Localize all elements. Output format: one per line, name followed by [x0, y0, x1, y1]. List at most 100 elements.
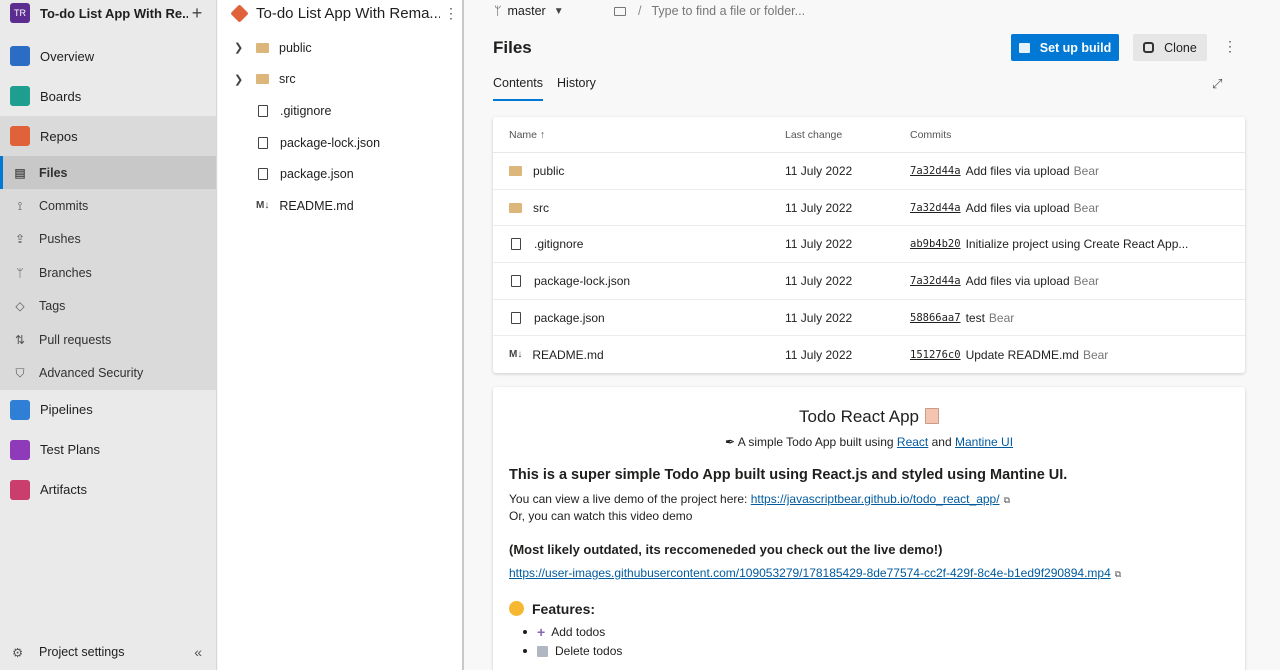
features-heading: Features:: [509, 601, 1229, 617]
folder-icon: [256, 74, 269, 85]
row-name[interactable]: .gitignore: [534, 237, 583, 251]
table-row[interactable]: package-lock.json 11 July 2022 7a32d44a A…: [493, 263, 1245, 300]
nav-commits[interactable]: ⟟ Commits: [0, 189, 216, 222]
set-up-build-button[interactable]: Set up build: [1011, 34, 1119, 61]
row-name[interactable]: README.md: [532, 348, 603, 362]
nav-sub-label: Advanced Security: [39, 366, 144, 381]
nav-label: Pipelines: [40, 402, 93, 418]
smile-emoji-icon: [509, 601, 524, 616]
tree-list: ❯ public ❯ src .gitignore package-lock.j…: [218, 32, 462, 222]
commit-hash-link[interactable]: ab9b4b20: [910, 238, 961, 250]
tab-contents[interactable]: Contents: [493, 76, 544, 101]
files-icon: ▤: [14, 165, 26, 180]
features-list: + Add todos Delete todos: [509, 623, 1229, 661]
path-search[interactable]: / Type to find a file or folder...: [614, 4, 805, 18]
react-link[interactable]: React: [897, 435, 928, 449]
table-row[interactable]: .gitignore 11 July 2022 ab9b4b20 Initiali…: [493, 226, 1245, 264]
tree-item-label: package.json: [280, 167, 354, 182]
nav-boards[interactable]: Boards: [0, 76, 216, 116]
markdown-icon: M↓: [509, 349, 523, 361]
tab-history[interactable]: History: [557, 76, 596, 101]
folder-outline-icon: [614, 6, 626, 16]
left-nav: TR To-do List App With Re... + Overview …: [0, 0, 217, 670]
nav-tags[interactable]: ◇ Tags: [0, 290, 216, 323]
git-repo-icon: [230, 3, 249, 23]
project-name[interactable]: To-do List App With Re...: [40, 6, 188, 21]
nav-sub-label: Files: [39, 165, 68, 180]
mantine-link[interactable]: Mantine UI: [955, 435, 1013, 449]
expand-icon[interactable]: ⤢: [1212, 76, 1222, 92]
column-name[interactable]: Name ↑: [493, 129, 785, 141]
repo-name[interactable]: To-do List App With Rema...: [256, 5, 440, 22]
demo-link[interactable]: https://javascriptbear.github.io/todo_re…: [751, 492, 1000, 506]
commit-hash-link[interactable]: 7a32d44a: [910, 202, 961, 214]
row-name[interactable]: package-lock.json: [534, 274, 630, 288]
nav-test-plans[interactable]: Test Plans: [0, 430, 216, 470]
feature-text: Delete todos: [555, 644, 623, 658]
plus-icon: +: [537, 624, 546, 640]
project-header[interactable]: TR To-do List App With Re... +: [0, 0, 216, 26]
nav-artifacts[interactable]: Artifacts: [0, 470, 216, 510]
folder-icon: [509, 165, 522, 176]
row-name[interactable]: public: [533, 164, 564, 178]
nav-label: Test Plans: [40, 442, 100, 458]
commit-hash-link[interactable]: 151276c0: [910, 349, 961, 361]
tree-item[interactable]: ❯ src: [218, 64, 462, 96]
features-title: Features:: [532, 600, 596, 617]
tree-item[interactable]: M↓ README.md: [218, 190, 462, 222]
collapse-icon[interactable]: «: [194, 644, 202, 660]
commit-hash-link[interactable]: 7a32d44a: [910, 275, 961, 287]
more-options-icon[interactable]: ⋮: [440, 5, 462, 22]
tree-item[interactable]: .gitignore: [218, 95, 462, 127]
table-row[interactable]: M↓ README.md 11 July 2022 151276c0 Update …: [493, 336, 1245, 373]
row-date: 11 July 2022: [785, 163, 853, 178]
main-content: ᛘ master ▼ / Type to find a file or fold…: [466, 0, 1280, 670]
list-item: Delete todos: [523, 642, 1229, 661]
readme-title-text: Todo React App: [798, 407, 920, 426]
table-row[interactable]: package.json 11 July 2022 58866aa7 test Be…: [493, 300, 1245, 337]
video-link[interactable]: https://user-images.githubusercontent.co…: [509, 566, 1111, 580]
tree-item[interactable]: package.json: [218, 158, 462, 190]
file-tree-panel: To-do List App With Rema... ⋮ ❯ public ❯…: [218, 0, 464, 670]
table-row[interactable]: src 11 July 2022 7a32d44a Add files via u…: [493, 190, 1245, 227]
commit-hash-link[interactable]: 7a32d44a: [910, 165, 961, 177]
tree-item[interactable]: ❯ public: [218, 32, 462, 64]
nav-pipelines[interactable]: Pipelines: [0, 390, 216, 430]
row-name[interactable]: src: [533, 201, 549, 215]
commit-message: test: [965, 310, 985, 325]
memo-icon: [925, 408, 940, 424]
nav-pull-requests[interactable]: ⇅ Pull requests: [0, 323, 216, 356]
commit-hash-link[interactable]: 58866aa7: [910, 312, 961, 324]
tree-item-label: src: [279, 72, 296, 87]
nav-files[interactable]: ▤ Files: [0, 156, 216, 190]
tree-item-label: README.md: [279, 198, 354, 213]
clone-button[interactable]: Clone: [1133, 34, 1207, 61]
clone-icon: [1143, 42, 1155, 53]
nav-sub-label: Tags: [39, 299, 66, 314]
path-search-input[interactable]: Type to find a file or folder...: [651, 4, 805, 18]
tree-item[interactable]: package-lock.json: [218, 127, 462, 159]
branch-selector[interactable]: ᛘ master ▼: [494, 4, 614, 18]
nav-advanced-security[interactable]: ⛉ Advanced Security: [0, 356, 216, 389]
nav-branches[interactable]: ᛘ Branches: [0, 256, 216, 289]
nav-pushes[interactable]: ⇪ Pushes: [0, 223, 216, 256]
commit-author: Bear: [1082, 347, 1109, 362]
chevron-down-icon: ▼: [553, 5, 564, 17]
nav-overview[interactable]: Overview: [0, 36, 216, 76]
add-icon[interactable]: +: [188, 3, 206, 24]
chevron-right-icon[interactable]: ❯: [234, 41, 246, 54]
feature-text: Add todos: [551, 625, 606, 639]
repo-selector[interactable]: To-do List App With Rema... ⋮: [218, 0, 462, 26]
folder-icon: [256, 42, 269, 53]
readme-preview: Todo React App ✒ A simple Todo App built…: [493, 387, 1245, 670]
more-options-icon[interactable]: ⋮: [1223, 38, 1237, 55]
tree-item-label: package-lock.json: [280, 135, 381, 150]
project-settings[interactable]: ⚙ Project settings «: [0, 634, 216, 670]
set-up-build-label: Set up build: [1039, 40, 1112, 55]
row-date: 11 July 2022: [785, 237, 853, 252]
chevron-right-icon[interactable]: ❯: [234, 73, 246, 86]
nav-repos[interactable]: Repos: [0, 116, 216, 156]
test-plans-icon: [10, 439, 30, 460]
table-row[interactable]: public 11 July 2022 7a32d44a Add files vi…: [493, 153, 1245, 190]
row-name[interactable]: package.json: [534, 311, 605, 325]
